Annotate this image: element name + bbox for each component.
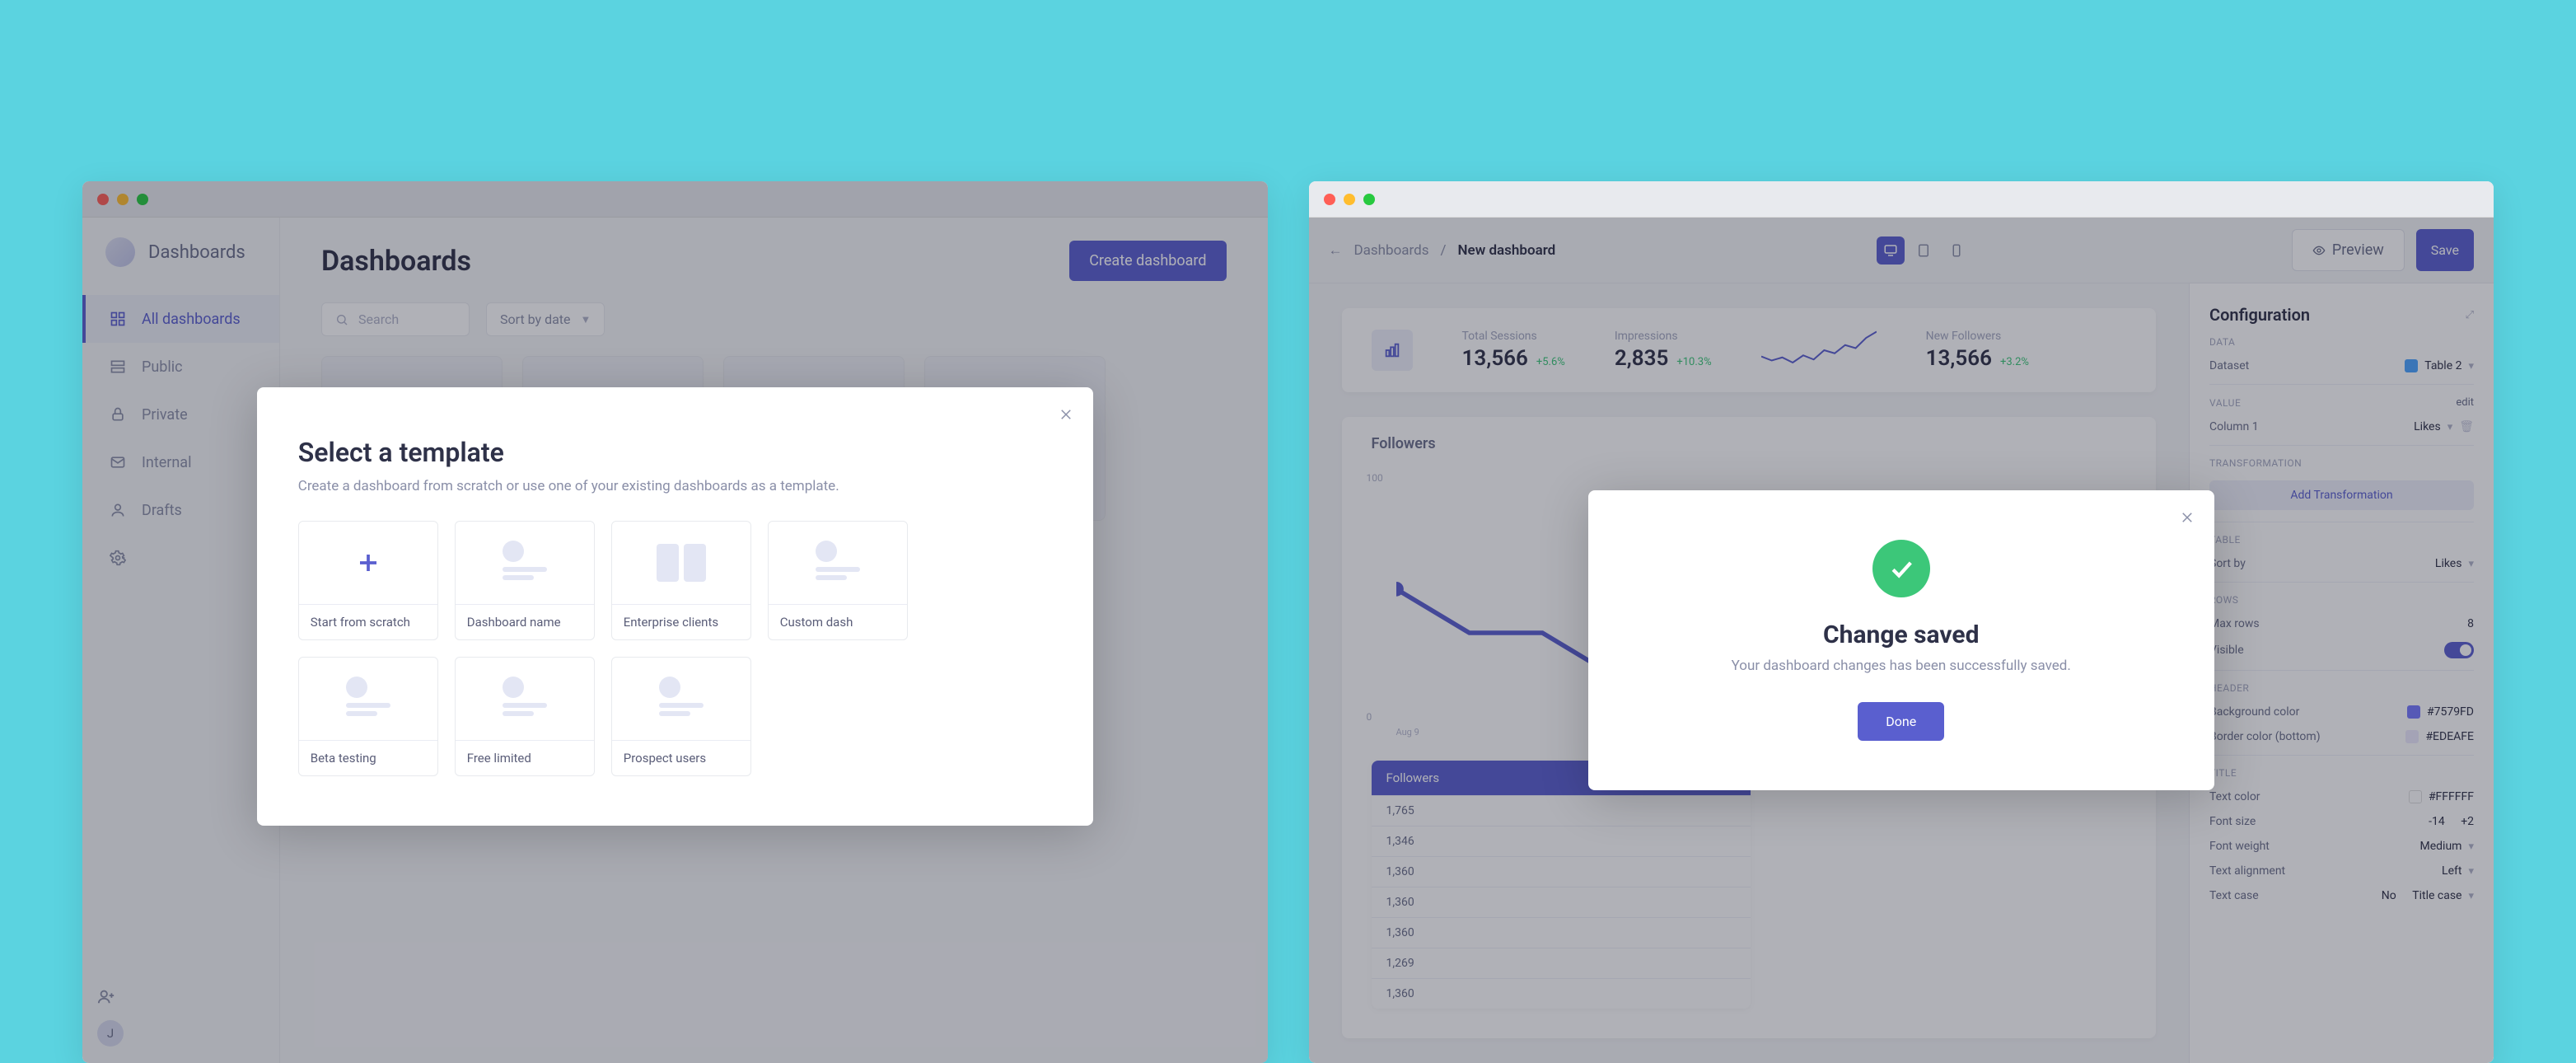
template-dashboard-name[interactable]: Dashboard name: [455, 521, 595, 640]
template-enterprise-clients[interactable]: Enterprise clients: [611, 521, 751, 640]
template-label: Beta testing: [299, 740, 437, 775]
template-thumb-icon: [503, 677, 547, 721]
template-label: Enterprise clients: [612, 604, 750, 639]
success-check-icon: [1872, 540, 1930, 597]
template-start-from-scratch[interactable]: Start from scratch: [298, 521, 438, 640]
template-custom-dash[interactable]: Custom dash: [768, 521, 908, 640]
template-thumb-icon: [659, 677, 704, 721]
template-thumb-icon: [657, 544, 706, 582]
template-thumb-icon: [503, 541, 547, 585]
template-beta-testing[interactable]: Beta testing: [298, 657, 438, 776]
window-dashboard-editor: ← Dashboards / New dashboard: [1309, 181, 2494, 1063]
modal-description: Create a dashboard from scratch or use o…: [298, 478, 1052, 494]
template-label: Prospect users: [612, 740, 750, 775]
change-saved-modal: Change saved Your dashboard changes has …: [1588, 490, 2214, 790]
template-label: Free limited: [456, 740, 594, 775]
template-thumb-icon: [346, 677, 390, 721]
modal-title: Select a template: [298, 437, 1052, 468]
template-prospect-users[interactable]: Prospect users: [611, 657, 751, 776]
template-label: Custom dash: [769, 604, 907, 639]
template-thumb-icon: [816, 541, 860, 585]
window-minimize-dot[interactable]: [1344, 194, 1355, 205]
window-dashboards-list: Dashboards All dashboards Public: [82, 181, 1268, 1063]
close-icon[interactable]: [2180, 510, 2195, 525]
modal-overlay: Change saved Your dashboard changes has …: [1309, 218, 2494, 1063]
modal-overlay: Select a template Create a dashboard fro…: [82, 181, 1268, 1063]
window-zoom-dot[interactable]: [1363, 194, 1375, 205]
done-button[interactable]: Done: [1858, 702, 1944, 741]
close-icon[interactable]: [1059, 407, 1073, 422]
modal-title: Change saved: [1638, 620, 2165, 649]
select-template-modal: Select a template Create a dashboard fro…: [257, 387, 1093, 826]
template-label: Start from scratch: [299, 604, 437, 639]
mac-titlebar: [1309, 181, 2494, 218]
window-close-dot[interactable]: [1324, 194, 1335, 205]
modal-description: Your dashboard changes has been successf…: [1638, 658, 2165, 674]
template-label: Dashboard name: [456, 604, 594, 639]
template-free-limited[interactable]: Free limited: [455, 657, 595, 776]
plus-icon: [356, 550, 381, 575]
